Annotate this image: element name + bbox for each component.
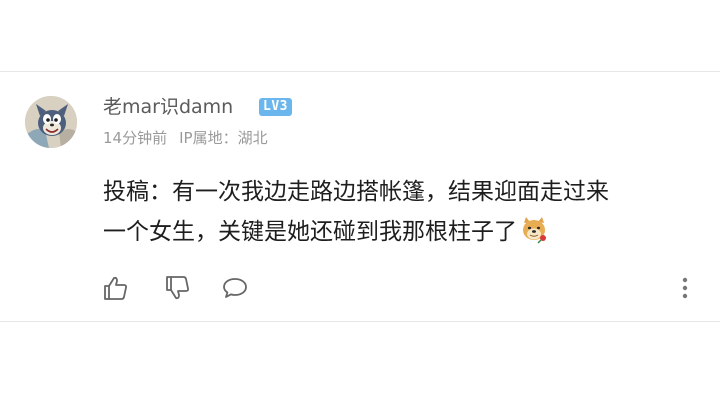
reply-button[interactable] <box>221 274 249 302</box>
avatar[interactable] <box>25 96 77 148</box>
like-button[interactable] <box>101 274 129 302</box>
comment-text-line-2: 一个女生，关键是她还碰到我那根柱子了 <box>103 219 517 245</box>
thumbs-down-icon <box>166 276 189 300</box>
comment-content: 投稿：有一次我边走路边搭帐篷，结果迎面走过来 一个女生，关键是她还碰到我那根柱子… <box>103 172 703 252</box>
divider-bottom <box>0 321 720 322</box>
level-badge: LV3 <box>259 98 292 116</box>
comment-page: 老mar识damn LV3 14分钟前 IP属地：湖北 投稿：有一次我边走路边搭帐… <box>0 0 720 405</box>
thumbs-up-icon <box>104 276 127 300</box>
more-options-button[interactable] <box>675 276 695 300</box>
tom-cat-avatar-icon <box>25 96 77 148</box>
comment-time: 14分钟前 <box>103 129 168 147</box>
dislike-button[interactable] <box>163 274 191 302</box>
divider-top <box>0 71 720 72</box>
doge-rose-emoji-icon <box>523 217 546 244</box>
comment-text-line-1: 投稿：有一次我边走路边搭帐篷，结果迎面走过来 <box>103 179 609 205</box>
speech-bubble-icon <box>223 278 247 298</box>
comment-text-line-2-wrapper: 一个女生，关键是她还碰到我那根柱子了 <box>103 212 703 252</box>
comment-meta: 14分钟前 IP属地：湖北 <box>103 128 268 148</box>
username[interactable]: 老mar识damn <box>103 95 233 119</box>
vertical-ellipsis-icon <box>682 277 688 299</box>
ip-location: IP属地：湖北 <box>179 129 268 147</box>
